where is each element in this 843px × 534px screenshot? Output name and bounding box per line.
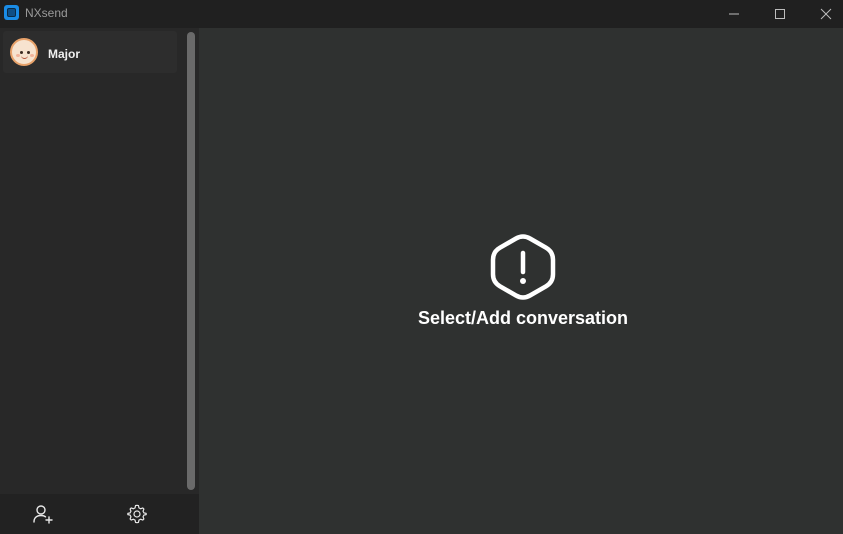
avatar-cheek-left xyxy=(16,54,20,57)
minimize-icon xyxy=(729,13,739,15)
close-icon xyxy=(820,8,832,20)
conversation-area: Select/Add conversation xyxy=(199,28,843,534)
contact-name: Major xyxy=(48,47,81,61)
empty-state: Select/Add conversation xyxy=(199,233,843,329)
contact-list: Major xyxy=(0,28,184,494)
add-contact-button[interactable] xyxy=(31,502,55,526)
contact-item[interactable]: Major xyxy=(3,31,177,73)
nxsend-app-icon xyxy=(4,5,19,20)
avatar-cheek-right xyxy=(30,54,34,57)
sidebar-scrollbar[interactable] xyxy=(187,32,195,490)
title-bar[interactable]: NXsend xyxy=(0,0,843,28)
sidebar: Major xyxy=(0,28,199,534)
warning-hexagon-icon xyxy=(490,234,556,300)
maximize-button[interactable] xyxy=(757,0,803,28)
sidebar-footer xyxy=(0,494,199,534)
minimize-button[interactable] xyxy=(711,0,757,28)
gear-icon xyxy=(127,504,147,524)
baby-face-avatar xyxy=(10,38,38,66)
window-title: NXsend xyxy=(25,6,68,20)
empty-state-message: Select/Add conversation xyxy=(417,308,629,328)
maximize-icon xyxy=(775,9,785,19)
close-button[interactable] xyxy=(803,0,843,28)
app-window: NXsend Major Select/Add conversation xyxy=(0,0,843,534)
avatar-mouth xyxy=(21,54,28,59)
settings-button[interactable] xyxy=(125,502,149,526)
add-user-icon xyxy=(33,505,53,524)
